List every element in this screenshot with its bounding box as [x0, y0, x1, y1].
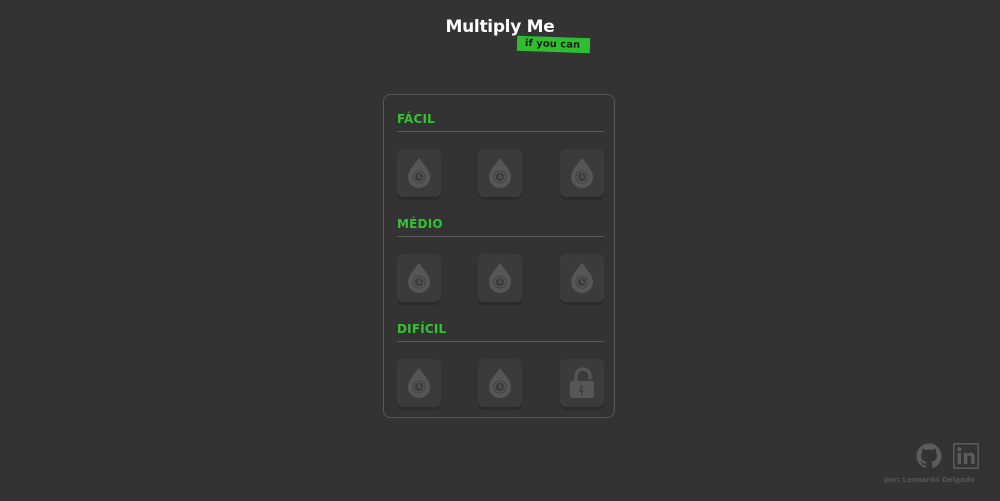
- level-button-medio-1[interactable]: [397, 254, 441, 302]
- level-button-facil-2[interactable]: [478, 149, 522, 197]
- level-button-dificil-3[interactable]: [560, 359, 604, 407]
- unlock-icon: [570, 367, 594, 398]
- section-title-medio: MÉDIO: [397, 217, 443, 231]
- timer-drop-icon: [571, 158, 593, 188]
- linkedin-link[interactable]: [952, 442, 980, 470]
- section-divider: [397, 131, 604, 132]
- timer-drop-icon: [571, 263, 593, 293]
- timer-drop-icon: [408, 263, 430, 293]
- timer-drop-icon: [408, 368, 430, 398]
- level-button-facil-1[interactable]: [397, 149, 441, 197]
- level-button-dificil-2[interactable]: [478, 359, 522, 407]
- section-divider: [397, 341, 604, 342]
- github-link[interactable]: [916, 443, 942, 469]
- page: Multiply Me if you can FÁCIL MÉDIO DIFÍC…: [0, 0, 1000, 501]
- timer-drop-icon: [408, 158, 430, 188]
- app-subtitle-badge: if you can: [516, 35, 591, 54]
- section-divider: [397, 236, 604, 237]
- level-button-medio-2[interactable]: [478, 254, 522, 302]
- level-select-panel: FÁCIL MÉDIO DIFÍCIL: [383, 94, 615, 418]
- section-title-dificil: DIFÍCIL: [397, 322, 447, 336]
- app-title: Multiply Me: [445, 17, 555, 37]
- github-icon: [916, 443, 942, 468]
- level-button-medio-3[interactable]: [560, 254, 604, 302]
- author-credit: por: Leonardo Delgado: [884, 476, 975, 484]
- level-button-dificil-1[interactable]: [397, 359, 441, 407]
- timer-drop-icon: [489, 263, 511, 293]
- section-title-facil: FÁCIL: [397, 112, 436, 126]
- timer-drop-icon: [489, 158, 511, 188]
- timer-drop-icon: [489, 368, 511, 398]
- linkedin-icon: [952, 442, 980, 470]
- level-button-facil-3[interactable]: [560, 149, 604, 197]
